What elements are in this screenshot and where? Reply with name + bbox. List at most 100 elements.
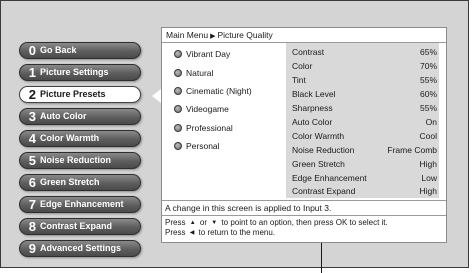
preset-settings-table: Contrast 65% Color 70% Tint 55% Black Level… [286, 43, 439, 198]
menu-item-advanced-settings[interactable]: 9 Advanced Settings [19, 240, 141, 257]
setting-label: Color [292, 61, 313, 71]
preset-personal[interactable]: Personal [174, 139, 220, 153]
setting-label: Auto Color [292, 117, 333, 127]
setting-label: Sharpness [292, 103, 333, 113]
breadcrumb-current: Picture Quality [217, 30, 273, 40]
setting-row-color: Color 70% [286, 60, 439, 73]
menu-item-green-stretch[interactable]: 6 Green Stretch [19, 174, 141, 191]
setting-label: Contrast Expand [292, 186, 356, 196]
setting-label: Green Stretch [292, 159, 345, 169]
setting-value: High [419, 159, 437, 169]
help-text: Press ▲ or ▼ to point to an option, then… [162, 215, 446, 242]
setting-row-contrast: Contrast 65% [286, 46, 439, 59]
menu-item-number: 9 [28, 241, 36, 256]
help-or-label: or [199, 218, 207, 227]
breadcrumb-separator-icon: ▶ [210, 33, 216, 40]
setting-label: Noise Reduction [292, 145, 355, 155]
setting-row-auto-color: Auto Color On [286, 116, 439, 129]
menu-item-color-warmth[interactable]: 4 Color Warmth [19, 130, 141, 147]
menu-item-contrast-expand[interactable]: 8 Contrast Expand [19, 218, 141, 235]
help-line-2: Press ◀ to return to the menu. [165, 228, 443, 238]
menu-item-label: Go Back [40, 45, 77, 55]
preset-label: Professional [186, 123, 233, 133]
preset-professional[interactable]: Professional [174, 121, 233, 135]
setting-value: On [425, 117, 437, 127]
panel-pointer [152, 89, 161, 103]
setting-row-green-stretch: Green Stretch High [286, 158, 439, 171]
preset-label: Cinematic (Night) [186, 86, 252, 96]
radio-button-icon[interactable] [174, 123, 182, 132]
setting-value: Low [421, 173, 437, 183]
menu-item-number: 0 [28, 43, 36, 58]
menu-item-number: 6 [28, 175, 36, 190]
preset-label: Personal [186, 141, 220, 151]
menu-item-picture-presets[interactable]: 2 Picture Presets [19, 86, 141, 103]
preset-videogame[interactable]: Videogame [174, 102, 229, 116]
callout-leader-line [321, 243, 322, 273]
menu-item-number: 3 [28, 109, 36, 124]
setting-value: 65% [419, 47, 437, 57]
setting-label: Color Warmth [292, 131, 345, 141]
setting-row-black-level: Black Level 60% [286, 88, 439, 101]
menu-item-label: Auto Color [40, 111, 87, 121]
setting-value: 70% [419, 61, 437, 71]
setting-row-noise-reduction: Noise Reduction Frame Comb [286, 144, 439, 157]
setting-label: Tint [292, 75, 306, 85]
left-arrow-icon: ◀ [189, 230, 195, 236]
setting-value: High [419, 186, 437, 196]
setting-row-tint: Tint 55% [286, 74, 439, 87]
menu-item-go-back[interactable]: 0 Go Back [19, 42, 141, 59]
menu-item-label: Noise Reduction [40, 155, 112, 165]
setting-label: Edge Enhancement [292, 173, 367, 183]
preset-label: Videogame [186, 104, 229, 114]
menu-item-number: 1 [28, 65, 36, 80]
setting-value: 60% [419, 89, 437, 99]
radio-button-icon[interactable] [174, 141, 182, 150]
menu-item-number: 7 [28, 197, 36, 212]
up-arrow-icon: ▲ [189, 220, 196, 226]
help-line-2-text: to return to the menu. [198, 228, 276, 237]
preset-cinematic-night[interactable]: Cinematic (Night) [174, 84, 252, 98]
setting-label: Black Level [292, 89, 336, 99]
down-arrow-icon: ▼ [211, 220, 218, 226]
menu-item-label: Contrast Expand [40, 221, 113, 231]
setting-row-color-warmth: Color Warmth Cool [286, 130, 439, 143]
setting-row-sharpness: Sharpness 55% [286, 102, 439, 115]
menu-item-label: Picture Settings [40, 67, 109, 77]
menu-item-label: Green Stretch [40, 177, 100, 187]
menu-item-number: 8 [28, 219, 36, 234]
preset-natural[interactable]: Natural [174, 66, 213, 80]
radio-button-icon[interactable] [174, 104, 182, 113]
menu-item-label: Color Warmth [40, 133, 100, 143]
picture-quality-panel: Main Menu ▶ Picture Quality Vibrant Day Na… [161, 27, 447, 243]
menu-item-number: 2 [28, 87, 36, 102]
preset-label: Natural [186, 68, 214, 78]
tv-menu-screen: 0 Go Back 1 Picture Settings 2 Picture Pres… [0, 0, 472, 273]
menu-item-label: Picture Presets [40, 89, 106, 99]
setting-value: 55% [419, 75, 437, 85]
menu-item-noise-reduction[interactable]: 5 Noise Reduction [19, 152, 141, 169]
radio-button-icon[interactable] [174, 86, 182, 95]
radio-button-icon[interactable] [174, 49, 182, 58]
input-info-text: A change in this screen is applied to In… [162, 200, 446, 214]
setting-label: Contrast [292, 47, 325, 57]
help-line-1-text: to point to an option, then press OK to … [221, 218, 388, 227]
menu-item-label: Edge Enhancement [40, 199, 124, 209]
help-line-1: Press ▲ or ▼ to point to an option, then… [165, 218, 443, 228]
preset-vibrant-day[interactable]: Vibrant Day [174, 47, 230, 61]
menu-item-edge-enhancement[interactable]: 7 Edge Enhancement [19, 196, 141, 213]
menu-item-label: Advanced Settings [40, 243, 122, 253]
setting-value: Frame Comb [387, 145, 437, 155]
help-press-label: Press [165, 228, 186, 237]
radio-button-icon[interactable] [174, 68, 182, 77]
menu-item-number: 4 [28, 131, 36, 146]
menu-item-number: 5 [28, 153, 36, 168]
breadcrumb: Main Menu ▶ Picture Quality [162, 28, 446, 43]
menu-item-picture-settings[interactable]: 1 Picture Settings [19, 64, 141, 81]
breadcrumb-root[interactable]: Main Menu [166, 30, 208, 40]
preset-label: Vibrant Day [186, 49, 231, 59]
setting-row-edge-enhancement: Edge Enhancement Low [286, 172, 439, 185]
setting-value: 55% [419, 103, 437, 113]
setting-value: Cool [419, 131, 437, 141]
menu-item-auto-color[interactable]: 3 Auto Color [19, 108, 141, 125]
